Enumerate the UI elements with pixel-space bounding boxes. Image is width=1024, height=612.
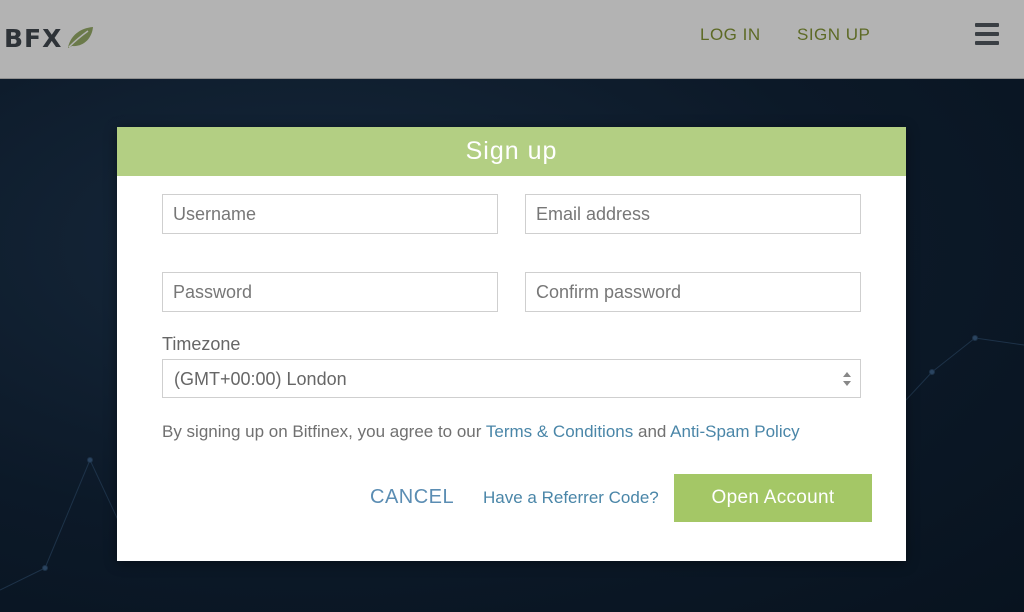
hamburger-menu-icon[interactable] (975, 23, 999, 45)
confirm-password-input[interactable] (525, 272, 861, 312)
select-arrows-icon (843, 372, 851, 386)
password-input[interactable] (162, 272, 498, 312)
username-input[interactable] (162, 194, 498, 234)
modal-header: Sign up (117, 127, 906, 176)
leaf-icon (68, 27, 94, 48)
top-navbar: BFX LOG IN SIGN UP (0, 0, 1024, 79)
open-account-button[interactable]: Open Account (674, 474, 872, 522)
agree-prefix: By signing up on Bitfinex, you agree to … (162, 422, 482, 441)
modal-title: Sign up (465, 137, 558, 165)
cancel-button[interactable]: CANCEL (370, 486, 454, 509)
timezone-value: (GMT+00:00) London (174, 369, 347, 389)
signup-modal: Sign up Timezone (GMT+00:00) London By s… (117, 127, 906, 561)
referrer-code-link[interactable]: Have a Referrer Code? (483, 488, 659, 508)
terms-conditions-link[interactable]: Terms & Conditions (486, 422, 633, 441)
agree-and: and (637, 422, 667, 441)
timezone-select[interactable]: (GMT+00:00) London (162, 359, 861, 398)
login-link[interactable]: LOG IN (700, 25, 761, 45)
logo-text: BFX (4, 23, 63, 53)
terms-agreement-text: By signing up on Bitfinex, you agree to … (162, 422, 800, 442)
timezone-label: Timezone (162, 334, 241, 354)
bfx-logo[interactable]: BFX (4, 22, 94, 54)
signup-link[interactable]: SIGN UP (797, 25, 870, 45)
anti-spam-policy-link[interactable]: Anti-Spam Policy (670, 422, 799, 441)
email-input[interactable] (525, 194, 861, 234)
